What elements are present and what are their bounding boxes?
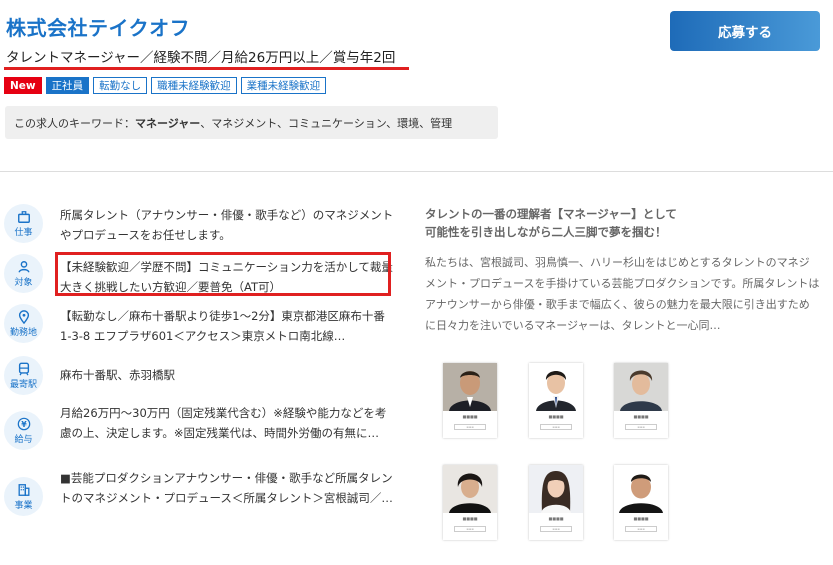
train-icon [18, 362, 29, 375]
talent-photo-6: ■■■■ ≡≡≡ [614, 465, 668, 540]
talent-button-3: ≡≡≡ [625, 424, 657, 430]
apply-button[interactable]: 応募する [670, 11, 820, 51]
keywords-box: この求人のキーワード： マネージャー 、マネジメント、コミュニケーション、環境、… [5, 106, 498, 139]
location-text: 【転勤なし／麻布十番駅より徒歩1～2分】東京都港区麻布十番1-3-8 エフプラザ… [60, 309, 385, 343]
talent-photo-5: ■■■■ ≡≡≡ [529, 465, 583, 540]
keyword-strong: マネージャー [135, 116, 201, 130]
talent-caption-5: ■■■■ [548, 516, 564, 521]
talent-portrait-4 [443, 465, 497, 513]
talent-caption-3: ■■■■ [633, 414, 649, 419]
talent-portrait-5 [529, 465, 583, 513]
person-icon [17, 260, 30, 273]
feature-body: 私たちは、宮根誠司、羽鳥慎一、ハリー杉山をはじめとするタレントのマネジメント・プ… [425, 256, 820, 332]
station-icon-badge: 最寄駅 [4, 356, 43, 395]
talent-portrait-3 [614, 363, 668, 411]
talent-photo-4: ■■■■ ≡≡≡ [443, 465, 497, 540]
building-icon [18, 483, 29, 496]
station-text: 麻布十番駅、赤羽橋駅 [60, 368, 175, 382]
business-icon-badge: 事業 [4, 477, 43, 516]
map-pin-icon [18, 309, 29, 324]
keywords-rest: 、マネジメント、コミュニケーション、環境、管理 [200, 116, 453, 130]
job-title: タレントマネージャー／経験不問／月給26万円以上／賞与年2回 [6, 50, 396, 66]
target-highlight-box [55, 252, 391, 296]
talent-portrait-2 [529, 363, 583, 411]
talent-caption-4: ■■■■ [462, 516, 478, 521]
job-icon-badge: 仕事 [4, 204, 43, 243]
station-label: 最寄駅 [9, 379, 37, 390]
feature-heading-line-1: タレントの一番の理解者【マネージャー】として [425, 207, 677, 221]
talent-photo-1: ■■■■ ≡≡≡ [443, 363, 497, 438]
tag-no-transfer: 転勤なし [93, 77, 148, 94]
company-name[interactable]: 株式会社テイクオフ [6, 12, 190, 41]
keywords-prefix: この求人のキーワード： [14, 116, 135, 130]
tag-list: New 正社員 転勤なし 職種未経験歓迎 業種未経験歓迎 [4, 77, 327, 94]
talent-button-1: ≡≡≡ [454, 424, 486, 430]
talent-caption-6: ■■■■ [633, 516, 649, 521]
job-label: 仕事 [14, 227, 33, 238]
talent-button-6: ≡≡≡ [625, 526, 657, 532]
briefcase-icon [17, 210, 30, 223]
target-label: 対象 [14, 277, 33, 288]
target-icon-badge: 対象 [4, 254, 43, 293]
tag-job-inexperienced-welcome: 職種未経験歓迎 [151, 77, 237, 94]
feature-heading-line-2: 可能性を引き出しながら二人三脚で夢を掴む！ [425, 225, 667, 239]
salary-text: 月給26万円～30万円（固定残業代含む）※経験や能力などを考慮の上、決定します。… [60, 406, 387, 440]
tag-full-time: 正社員 [45, 77, 90, 94]
talent-portrait-6 [614, 465, 668, 513]
talent-caption-1: ■■■■ [462, 414, 478, 419]
salary-label: 給与 [14, 434, 33, 445]
job-title-underline [4, 67, 409, 70]
tag-industry-inexperienced-welcome: 業種未経験歓迎 [240, 77, 327, 94]
yen-icon: ¥ [17, 417, 30, 430]
tag-new: New [4, 77, 42, 94]
talent-caption-2: ■■■■ [548, 414, 564, 419]
talent-button-4: ≡≡≡ [454, 526, 486, 532]
location-icon-badge: 勤務地 [4, 304, 43, 343]
salary-icon-badge: ¥ 給与 [4, 411, 43, 450]
job-text: 所属タレント（アナウンサー・俳優・歌手など）のマネジメントやプロデュースをお任せ… [60, 208, 394, 242]
talent-button-2: ≡≡≡ [540, 424, 572, 430]
business-label: 事業 [14, 500, 33, 511]
talent-photo-3: ■■■■ ≡≡≡ [614, 363, 668, 438]
section-divider [0, 171, 833, 172]
talent-photo-2: ■■■■ ≡≡≡ [529, 363, 583, 438]
svg-text:¥: ¥ [21, 420, 27, 429]
business-text: ■芸能プロダクションアナウンサー・俳優・歌手など所属タレントのマネジメント・プロ… [60, 471, 393, 505]
feature-heading: タレントの一番の理解者【マネージャー】として 可能性を引き出しながら二人三脚で夢… [425, 205, 677, 241]
talent-button-5: ≡≡≡ [540, 526, 572, 532]
talent-portrait-1 [443, 363, 497, 411]
location-label: 勤務地 [9, 327, 37, 338]
